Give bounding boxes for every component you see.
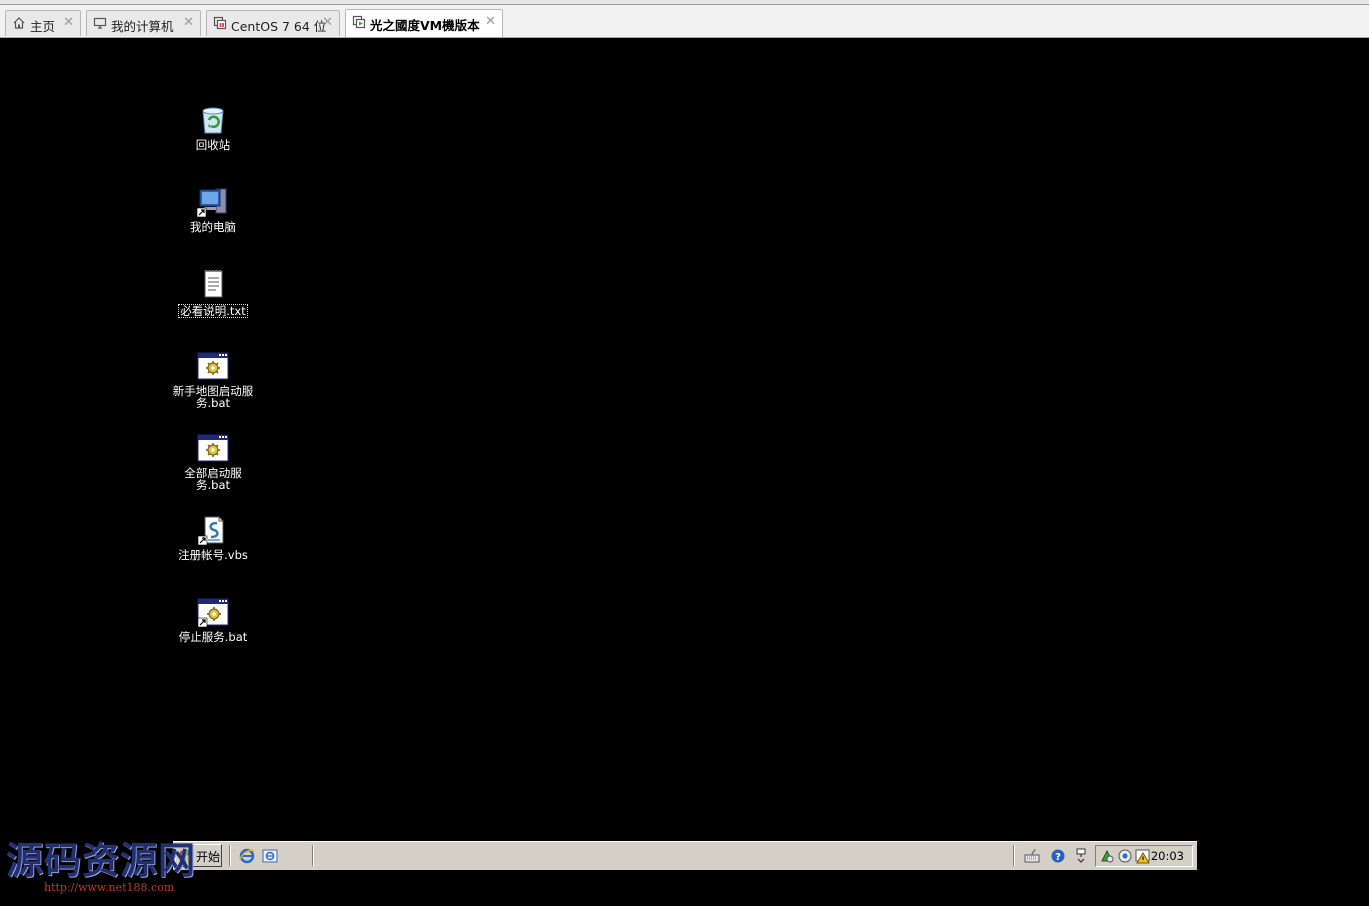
close-icon[interactable]: ✕ [183, 15, 194, 30]
desktop-icon-label: 全部启动服务.bat [184, 466, 242, 492]
tab-centos[interactable]: CentOS 7 64 位 ✕ [206, 10, 340, 36]
clock[interactable]: 20:03 [1151, 849, 1184, 863]
close-icon[interactable]: ✕ [322, 15, 333, 30]
vm-icon [213, 16, 227, 30]
tab-home[interactable]: 主页 ✕ [5, 10, 81, 36]
watermark-title: 源码资源网 [6, 838, 196, 882]
batch-file-icon [197, 352, 229, 380]
desktop-icon-recycle-bin[interactable]: 回收站 [171, 104, 255, 151]
taskbar-separator [229, 845, 231, 866]
text-file-icon [204, 270, 223, 298]
desktop-icon-label: 回收站 [195, 138, 231, 152]
recycle-bin-icon [202, 107, 224, 134]
desktop-icon-start-all-bat[interactable]: 全部启动服务.bat [171, 432, 255, 491]
keyboard-icon[interactable] [1024, 848, 1040, 864]
close-icon[interactable]: ✕ [485, 14, 496, 29]
desktop-icon-register-vbs[interactable]: 注册帐号.vbs [171, 514, 255, 561]
batch-file-icon [197, 598, 229, 628]
taskbar-separator [312, 845, 314, 866]
desktop-icon-label: 注册帐号.vbs [178, 548, 248, 562]
tab-label: CentOS 7 64 位 [231, 19, 327, 34]
home-icon [13, 17, 25, 29]
batch-file-icon [197, 434, 229, 462]
tab-label: 我的计算机 [111, 19, 174, 34]
desktop-icon-my-computer[interactable]: 我的电脑 [171, 186, 255, 233]
desktop-icon-label: 必看说明.txt [178, 304, 248, 318]
computer-icon [93, 17, 107, 29]
volume-icon[interactable] [1117, 848, 1133, 864]
internet-explorer-icon[interactable] [239, 848, 255, 864]
desktop-icon-stop-service-bat[interactable]: 停止服务.bat [171, 596, 255, 643]
my-computer-icon [196, 188, 227, 218]
desktop-icon-label: 新手地图启动服务.bat [172, 384, 254, 410]
taskbar-separator [1013, 845, 1015, 866]
network-icon[interactable] [1073, 848, 1089, 864]
start-label: 开始 [196, 850, 221, 864]
tab-label: 主页 [30, 19, 56, 34]
desktop-icon-readme[interactable]: 必看说明.txt [171, 268, 255, 319]
watermark: 源码资源网 http://www.net188.com [6, 838, 196, 894]
svg-text:?: ? [1055, 852, 1061, 863]
vm-screen[interactable]: 回收站 我的电脑 必看说明.txt 新手地图启动服务.bat 全部启动服务.ba… [1, 38, 1369, 906]
taskbar: 开始 ? 20:03 [173, 841, 1197, 870]
desktop-icon-label: 停止服务.bat [178, 630, 248, 644]
tab-my-computer[interactable]: 我的计算机 ✕ [86, 10, 201, 36]
system-tray: 20:03 [1095, 845, 1193, 867]
desktop-icon-newbie-map-bat[interactable]: 新手地图启动服务.bat [171, 350, 255, 409]
shield-icon[interactable] [1099, 848, 1115, 864]
vm-running-icon [352, 15, 366, 29]
watermark-url: http://www.net188.com [44, 881, 175, 894]
tab-vm-active[interactable]: 光之國度VM機版本 ✕ [345, 9, 503, 37]
vm-tab-bar: 主页 ✕ 我的计算机 ✕ CentOS 7 64 位 ✕ 光之國度VM機版本 ✕ [0, 5, 1369, 38]
tab-label: 光之國度VM機版本 [370, 18, 480, 33]
vbs-script-icon [197, 516, 224, 546]
help-icon[interactable]: ? [1050, 848, 1066, 864]
show-desktop-icon[interactable] [262, 848, 278, 864]
close-icon[interactable]: ✕ [63, 15, 74, 30]
warning-icon[interactable] [1135, 848, 1151, 864]
desktop-icon-label: 我的电脑 [190, 220, 236, 234]
